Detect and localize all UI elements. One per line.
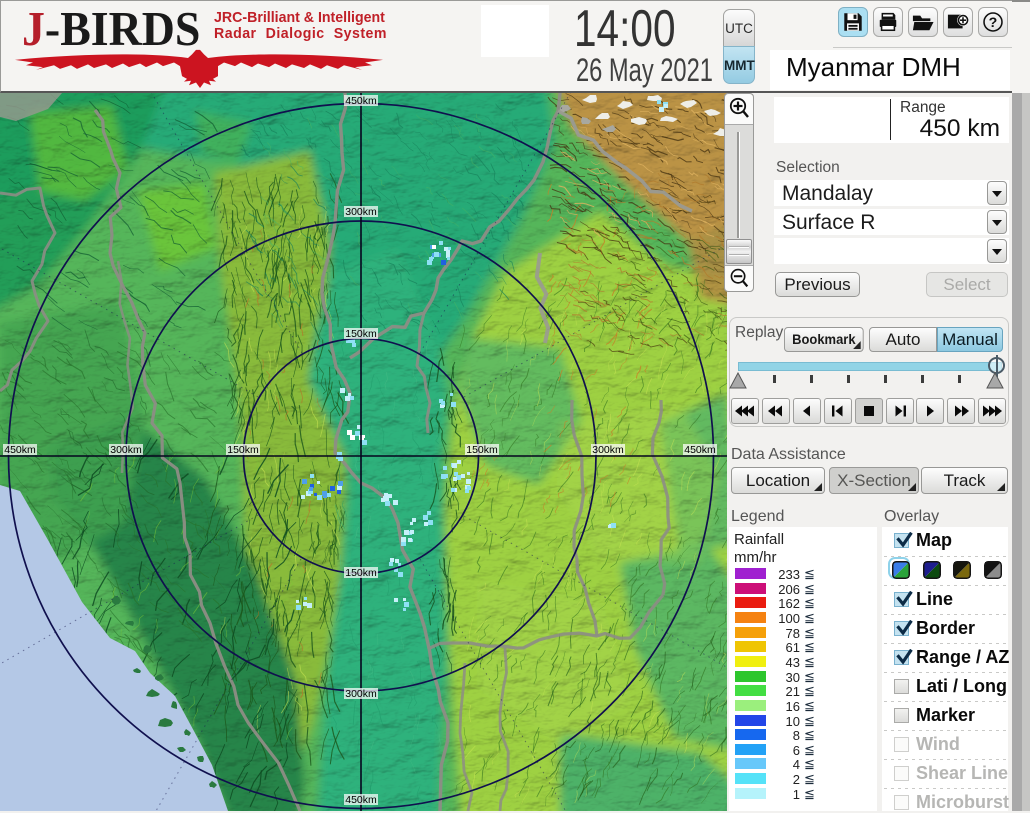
svg-text:300km: 300km bbox=[110, 444, 142, 456]
svg-text:300km: 300km bbox=[592, 444, 624, 456]
svg-text:150km: 150km bbox=[227, 444, 259, 456]
svg-text:?: ? bbox=[989, 15, 998, 31]
svg-text:150km: 150km bbox=[345, 567, 377, 579]
svg-text:150km: 150km bbox=[466, 444, 498, 456]
svg-text:150km: 150km bbox=[345, 328, 377, 340]
svg-text:300km: 300km bbox=[345, 688, 377, 700]
svg-text:450km: 450km bbox=[4, 444, 36, 456]
svg-text:450km: 450km bbox=[684, 444, 716, 456]
svg-text:450km: 450km bbox=[345, 794, 377, 806]
svg-text:450km: 450km bbox=[345, 95, 377, 107]
svg-text:300km: 300km bbox=[345, 206, 377, 218]
